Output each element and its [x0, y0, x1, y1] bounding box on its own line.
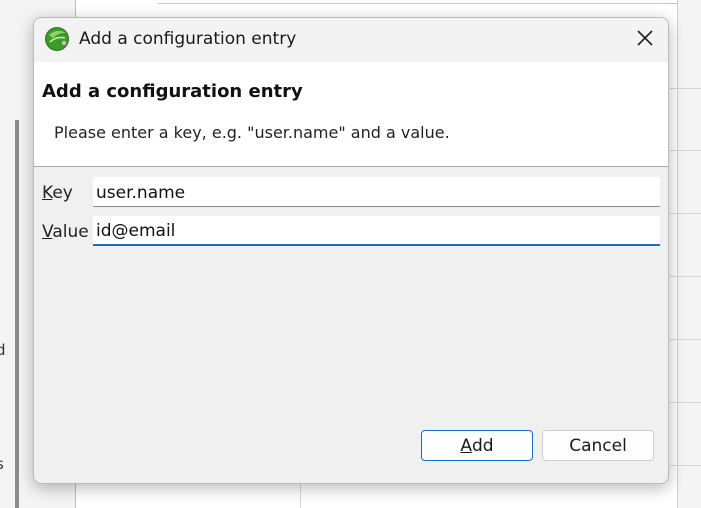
- value-label: Value: [42, 222, 89, 242]
- close-button[interactable]: [622, 18, 668, 62]
- add-button-mnemonic: A: [460, 435, 473, 456]
- add-button-label: dd: [472, 435, 494, 456]
- background-divider: [15, 120, 19, 508]
- key-label-text: ey: [52, 183, 73, 203]
- key-input[interactable]: [93, 177, 660, 207]
- key-label-mnemonic: K: [42, 183, 53, 203]
- dialog-header: Add a configuration entry Please enter a…: [34, 62, 668, 167]
- background-grid-line: [670, 150, 701, 151]
- background-divider: [300, 484, 301, 508]
- dialog-titlebar: Add a configuration entry: [34, 18, 668, 62]
- add-button[interactable]: Add: [421, 430, 533, 461]
- value-label-mnemonic: V: [42, 222, 53, 242]
- background-text-fragment: s: [0, 455, 4, 473]
- dialog-window-title: Add a configuration entry: [79, 29, 297, 49]
- background-divider: [158, 3, 678, 4]
- background-text-fragment: d: [0, 341, 6, 359]
- background-grid-line: [670, 402, 701, 403]
- dialog-message: Please enter a key, e.g. "user.name" and…: [54, 123, 450, 142]
- key-label: Key: [42, 183, 73, 203]
- dialog-heading: Add a configuration entry: [42, 81, 303, 102]
- background-grid-line: [670, 339, 701, 340]
- value-input[interactable]: [93, 216, 660, 246]
- background-grid-line: [670, 276, 701, 277]
- value-label-text: alue: [52, 222, 89, 242]
- background-grid-line: [670, 213, 701, 214]
- eclipse-logo-icon: [44, 26, 70, 52]
- add-config-entry-dialog: Add a configuration entry Add a configur…: [33, 17, 669, 484]
- background-grid-line: [670, 465, 701, 466]
- close-icon: [636, 29, 654, 51]
- background-grid-line: [670, 88, 701, 89]
- cancel-button[interactable]: Cancel: [542, 430, 654, 461]
